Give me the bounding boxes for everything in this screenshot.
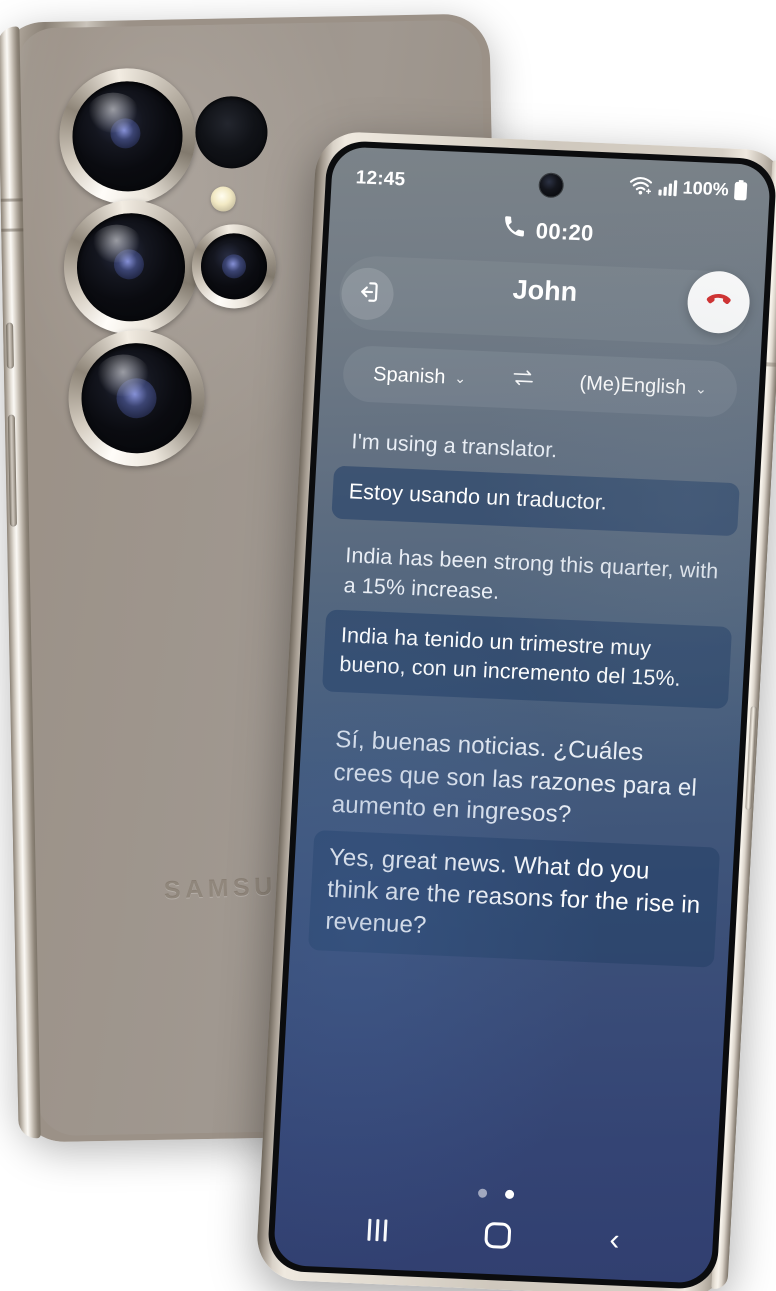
home-button[interactable]	[484, 1221, 512, 1249]
power-button[interactable]	[6, 322, 14, 369]
phone-screen: 12:45 100% 00:20 John Spanish ⌄ (Me)Engl…	[272, 146, 772, 1284]
wifi-icon	[628, 175, 653, 201]
call-timer-row: 00:20	[329, 208, 768, 255]
antenna-band-upper	[1, 228, 24, 232]
back-button[interactable]: ‹	[609, 1223, 621, 1256]
front-phone-device: 12:45 100% 00:20 John Spanish ⌄ (Me)Engl…	[255, 130, 776, 1291]
front-phone-bezel: 12:45 100% 00:20 John Spanish ⌄ (Me)Engl…	[266, 140, 776, 1290]
screenshot-stage: SAMSUNG 12:45 100% 00:20 John Spanish ⌄ …	[0, 0, 776, 1291]
message-item: India has been strong this quarter, with…	[321, 535, 736, 710]
recent-apps-button[interactable]	[367, 1218, 388, 1242]
status-icons-group: 100%	[628, 175, 748, 206]
antenna-band-top	[0, 198, 23, 202]
android-navigation-bar[interactable]: ‹	[274, 1203, 714, 1268]
signal-bars-icon	[657, 176, 678, 202]
battery-icon	[733, 180, 748, 207]
end-call-handset-icon	[703, 284, 735, 320]
target-language-selector[interactable]: (Me)English ⌄	[579, 372, 708, 401]
source-language-label: Spanish	[372, 362, 447, 388]
target-language-label: (Me)English	[579, 371, 687, 399]
status-clock: 12:45	[355, 167, 406, 191]
conversation-list[interactable]: I'm using a translator. Estoy usando un …	[296, 421, 742, 1184]
phone-handset-icon	[502, 216, 525, 245]
battery-percent-label: 100%	[682, 177, 730, 200]
source-language-selector[interactable]: Spanish ⌄	[373, 363, 467, 390]
message-original-text: Sí, buenas noticias. ¿Cuáles crees que s…	[331, 726, 698, 828]
chevron-down-icon: ⌄	[453, 369, 467, 387]
message-item: I'm using a translator. Estoy usando un …	[331, 421, 742, 537]
page-dot[interactable]	[477, 1188, 488, 1198]
message-translated-text: Yes, great news. What do you think are t…	[307, 829, 721, 968]
chevron-down-icon: ⌄	[694, 380, 708, 397]
message-item: Sí, buenas noticias. ¿Cuáles crees que s…	[307, 718, 726, 968]
page-dot-active[interactable]	[504, 1189, 515, 1200]
call-duration: 00:20	[535, 218, 595, 246]
swap-languages-button[interactable]	[509, 367, 536, 394]
page-indicator[interactable]	[277, 1180, 715, 1208]
language-selector-bar[interactable]: Spanish ⌄ (Me)English ⌄	[341, 344, 739, 419]
